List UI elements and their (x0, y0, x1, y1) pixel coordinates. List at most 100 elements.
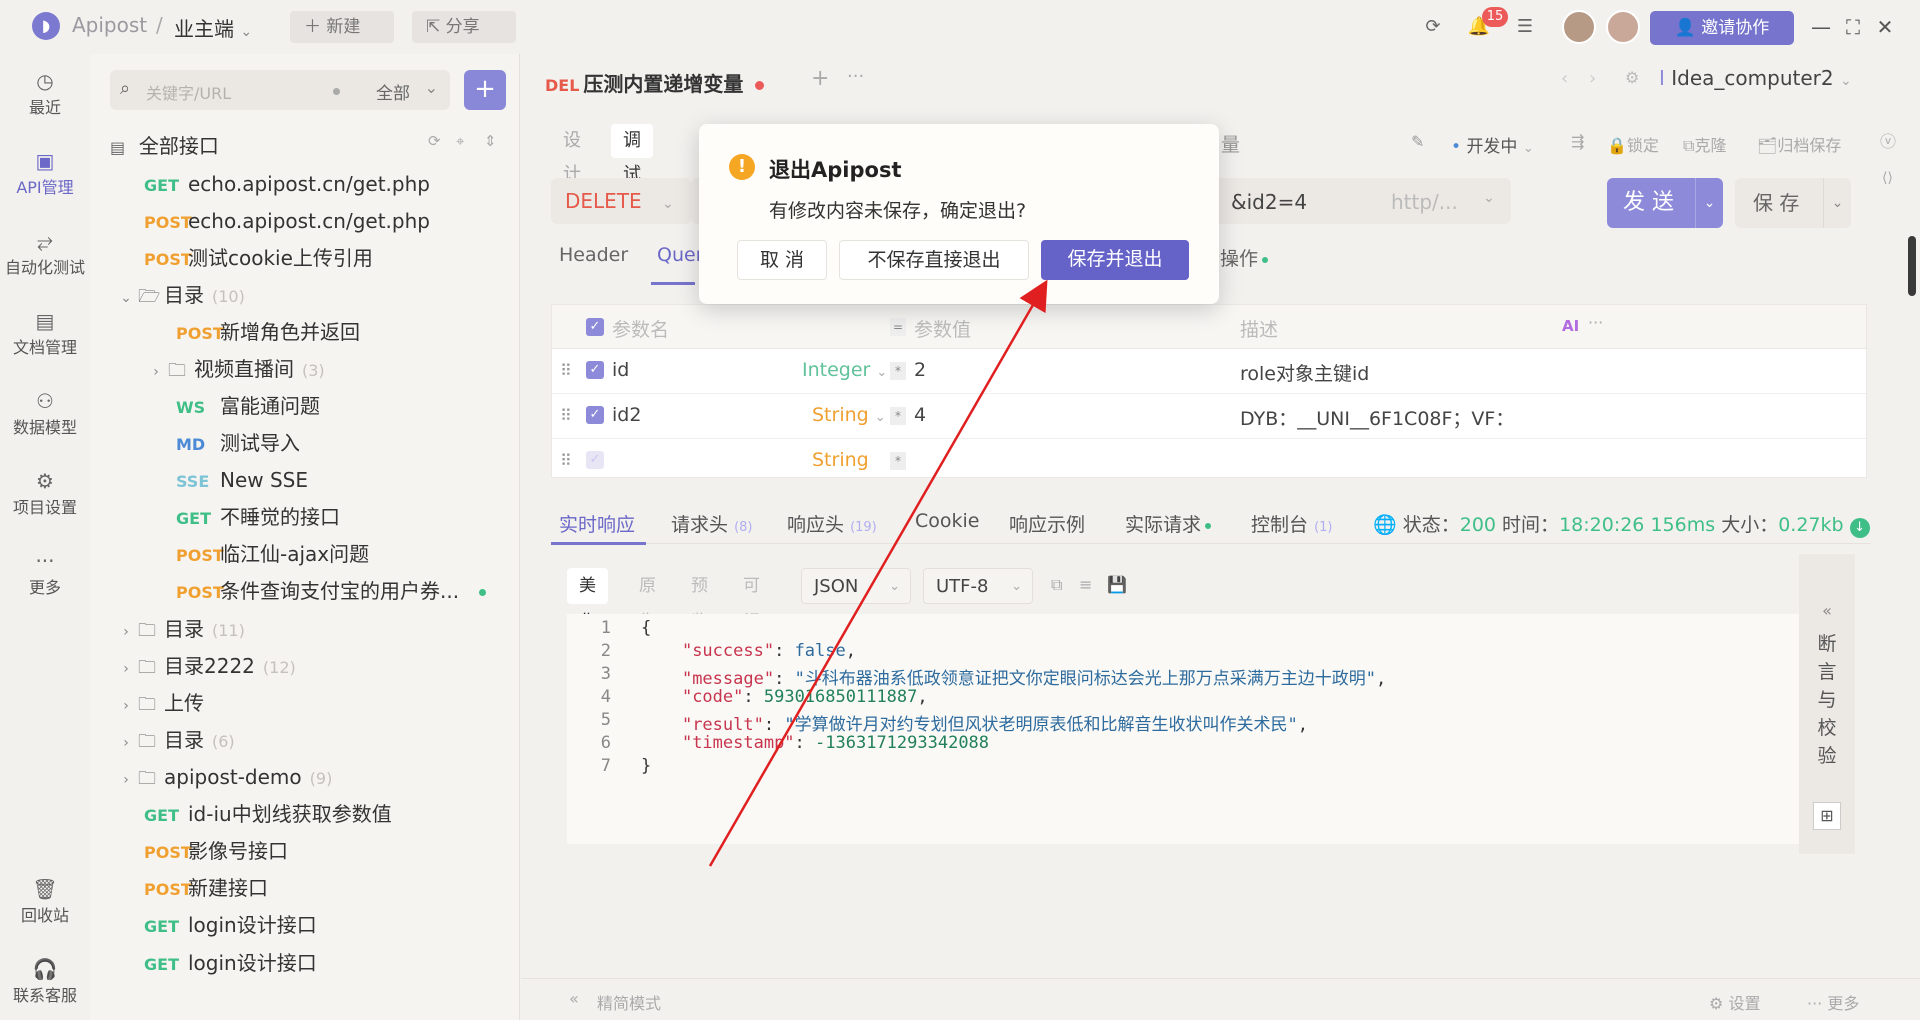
locate-icon[interactable]: ⌖ (456, 132, 464, 150)
response-body[interactable]: 1 2 3 4 5 6 7 { "success": false, "messa… (567, 614, 1817, 844)
send-button[interactable]: 发 送 ⌄ (1607, 178, 1723, 228)
tree-item[interactable]: GET login设计接口 (90, 907, 520, 943)
nav-trash[interactable]: 🗑 回收站 (0, 876, 90, 926)
format-select[interactable]: JSON ⌄ (801, 568, 911, 604)
type-select[interactable]: String ⌄ (812, 404, 886, 426)
tab-design[interactable]: 设计 (551, 124, 593, 185)
more-button[interactable]: ··· 更多 (1807, 990, 1859, 1014)
tab-response-headers[interactable]: 响应头 (19) (787, 510, 877, 537)
assert-panel[interactable]: « 断言与校验 ⊞ (1799, 554, 1855, 854)
tree-folder[interactable]: ⌄ 🗁 目录 (10) (90, 277, 520, 313)
search-input[interactable]: 关键字/URL (146, 80, 231, 104)
minimize-icon[interactable]: — (1806, 12, 1836, 42)
nav-automation[interactable]: ⥂ 自动化测试 (0, 228, 90, 278)
env-state[interactable]: • 开发中 ⌄ (1451, 132, 1534, 157)
required-icon[interactable]: * (890, 407, 906, 425)
row-checkbox[interactable]: ✓ (586, 406, 604, 424)
tree-item[interactable]: GET id-iu中划线获取参数值 (90, 796, 520, 832)
view-raw[interactable]: 原生 (627, 568, 668, 632)
tab-response-example[interactable]: 响应示例 (1009, 510, 1085, 537)
archive-button[interactable]: 🗂归档保存 (1757, 132, 1841, 156)
tab-debug[interactable]: 调试 (611, 124, 653, 185)
sort-icon[interactable]: ⇕ (484, 132, 497, 150)
project-selector[interactable]: 业主端 ⌄ (174, 13, 252, 42)
tree-item[interactable]: GET echo.apipost.cn/get.php (90, 166, 520, 202)
required-icon[interactable]: * (890, 362, 906, 380)
nav-project-settings[interactable]: ⚙ 项目设置 (0, 468, 90, 518)
tab-next-icon[interactable]: › (1589, 68, 1596, 89)
tab-prev-icon[interactable]: ‹ (1561, 68, 1568, 89)
more-icon[interactable]: ··· (1588, 313, 1603, 332)
avatar[interactable] (1606, 10, 1640, 44)
sync-icon[interactable]: ⟳ (1420, 14, 1446, 40)
tree-item[interactable]: POST影像号接口 (90, 833, 520, 869)
tree-item[interactable]: POST条件查询支付宝的用户券... (90, 573, 520, 609)
search-box[interactable]: ⌕ 关键字/URL 全部 ⌄ (110, 70, 450, 110)
env-settings-icon[interactable]: ⚙ (1625, 68, 1639, 87)
view-beautify[interactable]: 美化 (567, 568, 608, 632)
filter-select[interactable]: 全部 (376, 79, 410, 104)
tab-realtime-response[interactable]: 实时响应 (559, 510, 635, 537)
save-button[interactable]: 保 存 ⌄ (1735, 178, 1851, 228)
align-icon[interactable]: ⇶ (1571, 132, 1584, 151)
tree-folder[interactable]: › 🗀 视频直播间 (3) (90, 351, 520, 387)
ai-icon[interactable]: AI (1562, 317, 1579, 335)
scrollbar[interactable] (1908, 236, 1916, 296)
layout-icon[interactable]: ⊞ (1813, 802, 1841, 830)
tree-item[interactable]: SSE New SSE (90, 462, 520, 498)
env-selector[interactable]: I Idea_computer2 ⌄ (1659, 66, 1852, 90)
share-button[interactable]: ⇱ 分享 (412, 11, 516, 43)
view-visualize[interactable]: 可视化 (731, 568, 772, 668)
avatar[interactable] (1562, 10, 1596, 44)
method-select[interactable]: DELETE ⌄ (551, 178, 691, 224)
tree-folder[interactable]: › 🗀 上传 (90, 685, 520, 721)
collapse-icon[interactable]: « (569, 989, 579, 1008)
save-and-exit-button[interactable]: 保存并退出 (1041, 240, 1189, 280)
download-icon[interactable]: ↓ (1849, 518, 1870, 538)
collapse-icon[interactable]: « (1799, 598, 1855, 624)
tree-item[interactable]: MD 测试导入 (90, 425, 520, 461)
tree-item[interactable]: POST新建接口 (90, 870, 520, 906)
nav-support[interactable]: 🎧 联系客服 (0, 956, 90, 1006)
add-api-button[interactable]: + (464, 70, 506, 110)
required-icon[interactable]: * (890, 452, 906, 470)
tab-request-headers[interactable]: 请求头 (8) (671, 510, 752, 537)
code-icon[interactable]: ⟨⟩ (1882, 170, 1893, 186)
row-checkbox[interactable]: ✓ (586, 451, 604, 469)
chevron-down-icon[interactable]: ⌄ (1695, 178, 1723, 228)
tree-folder[interactable]: › 🗀 apipost-demo (9) (90, 759, 520, 795)
nav-more[interactable]: ··· 更多 (0, 548, 90, 598)
tree-item[interactable]: WS 富能通问题 (90, 388, 520, 424)
tree-item[interactable]: POST临江仙-ajax问题 (90, 536, 520, 572)
tree-folder[interactable]: › 🗀 目录2222 (12) (90, 648, 520, 684)
chevron-down-icon[interactable]: ⌄ (425, 78, 438, 97)
encoding-select[interactable]: UTF-8 ⌄ (923, 568, 1033, 604)
copy-icon[interactable]: ⧉ (1051, 575, 1062, 595)
select-all-checkbox[interactable]: ✓ (586, 318, 604, 336)
view-preview[interactable]: 预览 (679, 568, 720, 632)
bulk-edit-icon[interactable]: = (890, 318, 906, 336)
drag-handle-icon[interactable]: ⠿ (560, 361, 572, 380)
new-button[interactable]: ＋ 新建 (290, 11, 394, 43)
nav-docs[interactable]: ▤ 文档管理 (0, 308, 90, 358)
nav-api-management[interactable]: ▣ API管理 (0, 148, 90, 198)
tree-item[interactable]: POST测试cookie上传引用 (90, 240, 520, 276)
refresh-icon[interactable]: ⟳ (428, 132, 441, 150)
invite-button[interactable]: 👤 邀请协作 (1650, 11, 1794, 45)
tree-item[interactable]: POST新增角色并返回 (90, 314, 520, 350)
tree-folder[interactable]: › 🗀 目录 (11) (90, 611, 520, 647)
lock-button[interactable]: 🔒锁定 (1607, 132, 1659, 156)
row-checkbox[interactable]: ✓ (586, 361, 604, 379)
wrap-icon[interactable]: ≡ (1079, 575, 1092, 594)
tab-header[interactable]: Header (559, 244, 628, 266)
maximize-icon[interactable]: ⛶ (1838, 12, 1868, 42)
nav-data-model[interactable]: ⚇ 数据模型 (0, 388, 90, 438)
tree-folder[interactable]: › 🗀 目录 (6) (90, 722, 520, 758)
tab-cookie[interactable]: Cookie (915, 510, 980, 532)
drag-handle-icon[interactable]: ⠿ (560, 451, 572, 470)
info-icon[interactable]: ⓥ (1880, 128, 1896, 152)
settings-button[interactable]: ⚙ 设置 (1709, 990, 1760, 1014)
edit-icon[interactable]: ✎ (1411, 132, 1424, 151)
clone-button[interactable]: ⧉克隆 (1683, 132, 1726, 156)
drag-handle-icon[interactable]: ⠿ (560, 406, 572, 425)
